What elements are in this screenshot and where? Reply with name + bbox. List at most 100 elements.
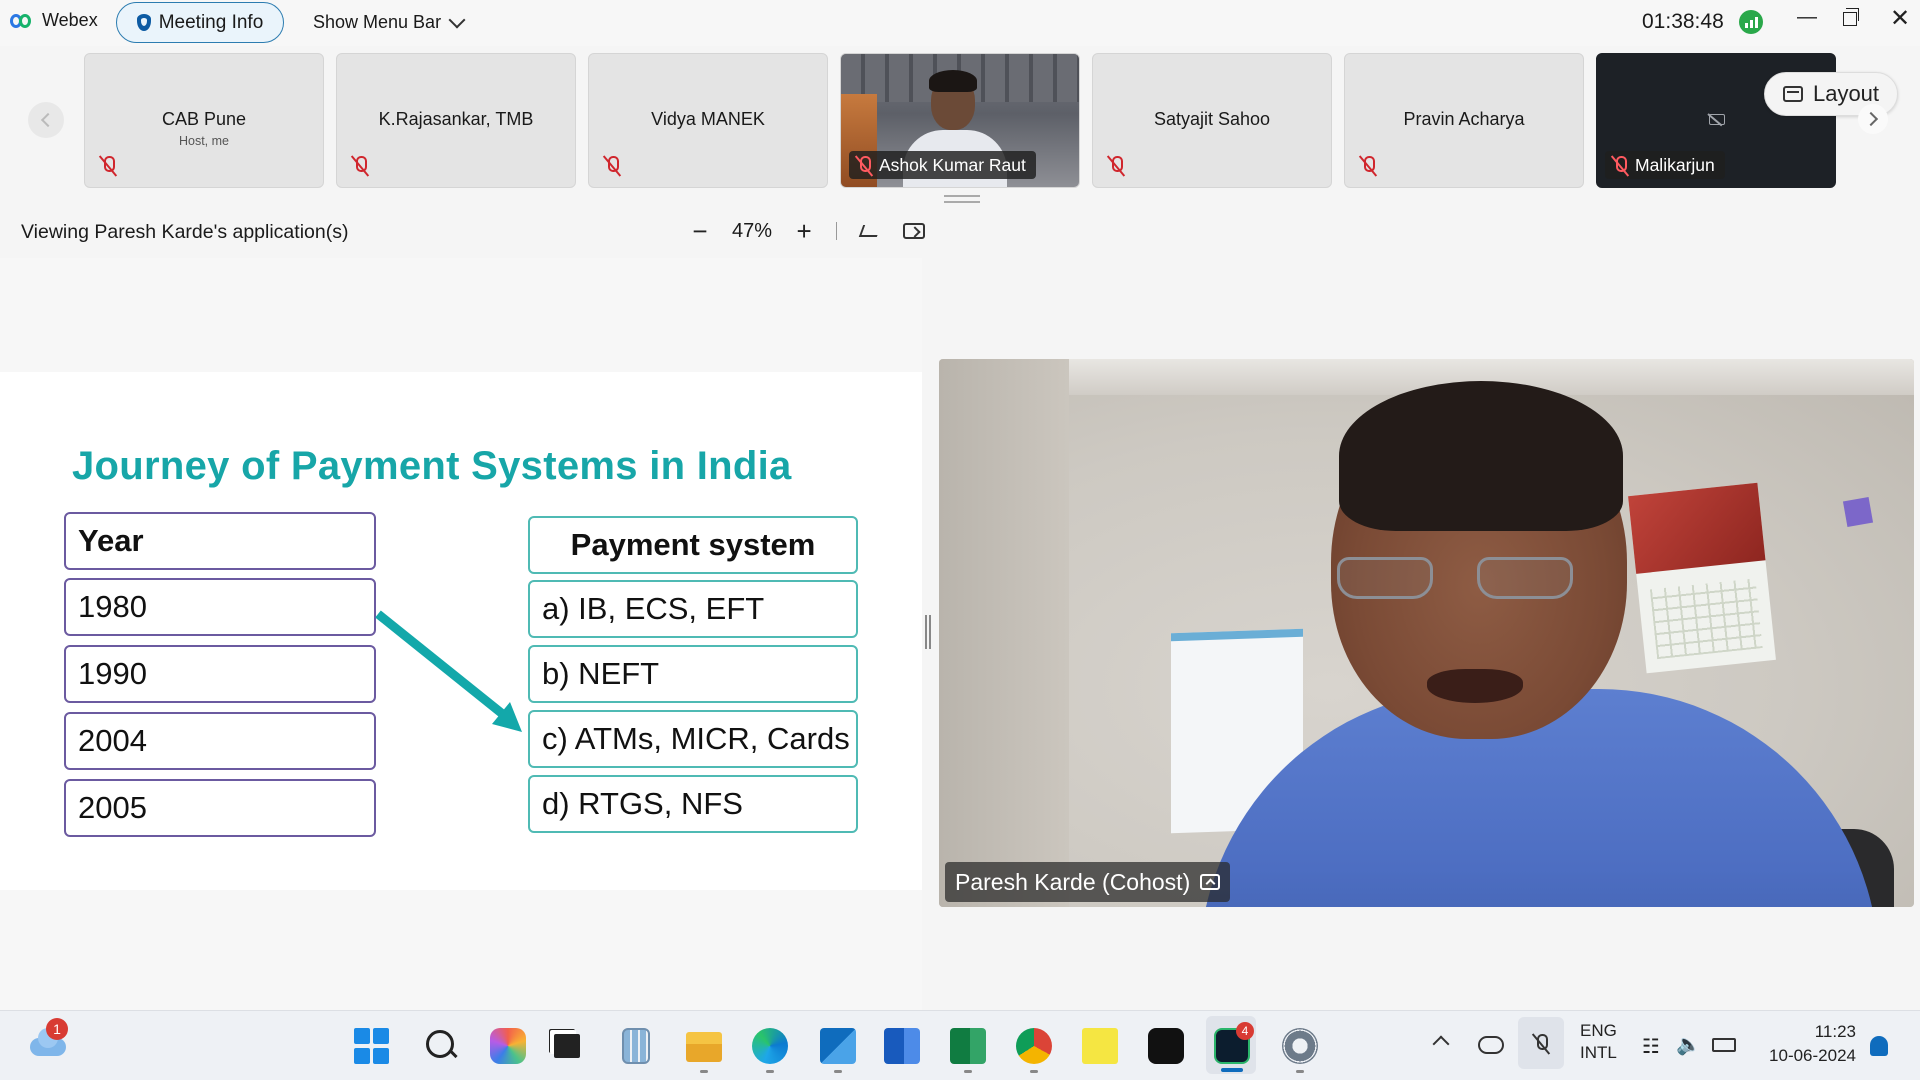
sharing-icon xyxy=(1200,874,1221,890)
mic-muted-icon xyxy=(351,155,369,177)
annotate-icon[interactable] xyxy=(859,223,881,239)
year-header: Year xyxy=(64,512,376,570)
active-indicator xyxy=(1221,1068,1243,1072)
participant-name-badge: Ashok Kumar Raut xyxy=(849,151,1036,179)
excel-icon[interactable] xyxy=(950,1028,986,1064)
participant-name: Satyajit Sahoo xyxy=(1153,109,1271,129)
minimize-button[interactable]: — xyxy=(1797,6,1817,29)
viewing-share-label: Viewing Paresh Karde's application(s) xyxy=(21,221,349,243)
speaker-figure xyxy=(1427,669,1523,703)
active-speaker-video[interactable]: Paresh Karde (Cohost) xyxy=(939,359,1914,907)
strip-resize-handle[interactable] xyxy=(944,195,980,203)
participant-name: Vidya MANEK xyxy=(651,109,765,129)
participant-video xyxy=(929,70,977,92)
share-view-icon[interactable] xyxy=(903,223,926,239)
payment-system-cell: b) NEFT xyxy=(528,645,858,703)
running-indicator xyxy=(1296,1070,1304,1073)
app-name: Webex xyxy=(42,10,98,30)
start-icon[interactable] xyxy=(354,1028,390,1064)
notification-bell-icon[interactable] xyxy=(1870,1036,1888,1056)
mic-muted-icon xyxy=(1359,155,1377,177)
clock-date: 10-06-2024 xyxy=(1769,1046,1856,1065)
battery-icon[interactable] xyxy=(1712,1038,1736,1052)
zoom-in-button[interactable]: + xyxy=(794,218,814,244)
speaker-figure xyxy=(1477,557,1573,599)
show-menu-bar-button[interactable]: Show Menu Bar xyxy=(313,11,466,33)
participant-video-tile[interactable]: Ashok Kumar Raut xyxy=(840,53,1080,188)
copilot-icon[interactable] xyxy=(490,1028,526,1064)
meeting-info-label: Meeting Info xyxy=(158,11,264,33)
camera-off-icon xyxy=(1709,114,1725,125)
zoom-level: 47% xyxy=(732,219,773,242)
shield-icon xyxy=(136,14,151,31)
participant-tile[interactable]: Pravin Acharya xyxy=(1344,53,1584,188)
mic-muted-icon xyxy=(1532,1033,1550,1055)
year-cell: 2005 xyxy=(64,779,376,837)
language-layout: INTL xyxy=(1580,1043,1617,1062)
onedrive-icon[interactable] xyxy=(1478,1036,1504,1054)
year-cell: 1990 xyxy=(64,645,376,703)
sticky-notes-icon[interactable] xyxy=(1082,1028,1118,1064)
strip-previous-button[interactable] xyxy=(28,102,64,138)
word-icon[interactable] xyxy=(884,1028,920,1064)
payment-system-header: Payment system xyxy=(528,516,858,574)
calculator-icon[interactable] xyxy=(622,1028,650,1064)
speaker-figure xyxy=(1339,381,1623,531)
participant-tile[interactable]: Satyajit Sahoo xyxy=(1092,53,1332,188)
app-brand: Webex xyxy=(10,10,98,31)
participant-tile[interactable]: K.Rajasankar, TMB xyxy=(336,53,576,188)
year-cell: 2004 xyxy=(64,712,376,770)
webex-logo-icon xyxy=(10,12,34,30)
participant-name: CAB Pune xyxy=(161,109,247,129)
speaker-figure xyxy=(1337,557,1433,599)
zoom-out-button[interactable]: − xyxy=(690,218,710,244)
speaker-name-badge: Paresh Karde (Cohost) xyxy=(945,862,1231,902)
webex-icon[interactable] xyxy=(1148,1028,1184,1064)
system-clock[interactable]: 11:23 10-06-2024 xyxy=(1762,1020,1856,1068)
participant-name: Ashok Kumar Raut xyxy=(879,154,1026,175)
mic-muted-icon xyxy=(603,155,621,177)
participant-tile[interactable]: CAB Pune Host, me xyxy=(84,53,324,188)
strip-next-button[interactable] xyxy=(1858,104,1888,134)
volume-icon[interactable]: 🔈 xyxy=(1676,1032,1701,1057)
speaker-name: Paresh Karde (Cohost) xyxy=(955,868,1191,895)
webex-badge: 4 xyxy=(1236,1022,1254,1040)
network-quality-icon[interactable] xyxy=(1739,10,1763,34)
search-icon[interactable] xyxy=(424,1028,460,1064)
mic-muted-icon xyxy=(99,155,117,177)
meeting-info-button[interactable]: Meeting Info xyxy=(116,2,284,43)
payment-system-cell: d) RTGS, NFS xyxy=(528,775,858,833)
task-view-icon[interactable] xyxy=(554,1034,580,1058)
running-indicator xyxy=(964,1070,972,1073)
video-background xyxy=(939,359,1069,907)
settings-icon[interactable] xyxy=(1282,1028,1318,1064)
video-background xyxy=(1628,482,1776,674)
microphone-tray-button[interactable] xyxy=(1518,1017,1564,1069)
pane-resize-handle[interactable] xyxy=(925,615,931,649)
payment-system-cell: c) ATMs, MICR, Cards xyxy=(528,710,858,768)
layout-icon xyxy=(1782,86,1803,102)
running-indicator xyxy=(700,1070,708,1073)
participant-name: Pravin Acharya xyxy=(1403,109,1525,129)
mic-muted-icon xyxy=(1107,155,1125,177)
file-explorer-icon[interactable] xyxy=(686,1032,722,1062)
slide-title: Journey of Payment Systems in India xyxy=(72,444,792,488)
outlook-icon[interactable] xyxy=(820,1028,856,1064)
edge-icon[interactable] xyxy=(752,1028,788,1064)
running-indicator xyxy=(1030,1070,1038,1073)
running-indicator xyxy=(766,1070,774,1073)
participant-name: K.Rajasankar, TMB xyxy=(378,109,534,129)
chrome-icon[interactable] xyxy=(1016,1028,1052,1064)
mic-muted-icon xyxy=(855,155,871,175)
wifi-icon[interactable]: ☷ xyxy=(1642,1034,1660,1059)
mic-muted-icon xyxy=(1611,155,1627,175)
divider xyxy=(836,222,838,240)
participant-role: Host, me xyxy=(178,134,229,148)
input-language[interactable]: ENG INTL xyxy=(1580,1020,1617,1064)
close-button[interactable]: ✕ xyxy=(1890,4,1910,33)
running-indicator xyxy=(834,1070,842,1073)
payment-system-cell: a) IB, ECS, EFT xyxy=(528,580,858,638)
restore-button[interactable] xyxy=(1843,8,1859,26)
weather-badge: 1 xyxy=(46,1018,68,1040)
participant-tile[interactable]: Vidya MANEK xyxy=(588,53,828,188)
